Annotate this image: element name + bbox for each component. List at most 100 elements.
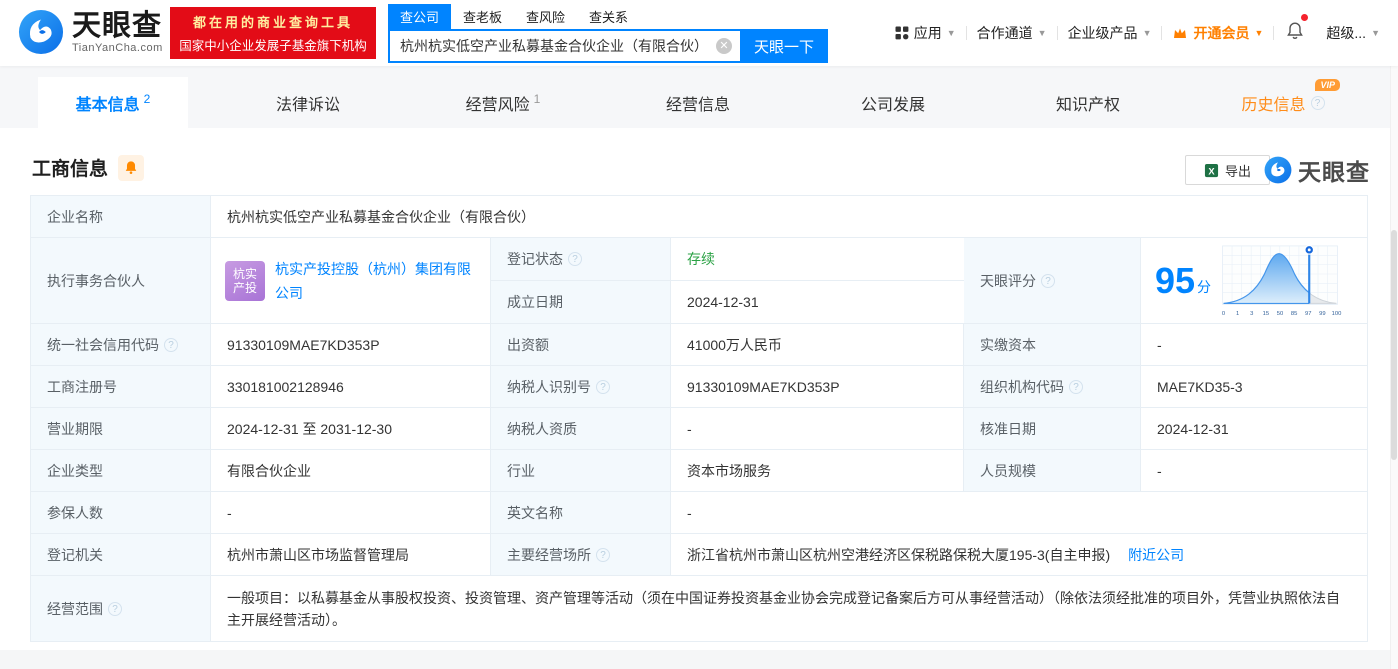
tab-basic-info[interactable]: 基本信息 2 <box>38 77 188 128</box>
vip-badge: VIP <box>1315 79 1340 91</box>
staff-size-label: 人员规模 <box>964 450 1141 491</box>
nav-cooperation-label: 合作通道 <box>976 25 1033 41</box>
scrollbar[interactable] <box>1390 0 1398 669</box>
help-icon[interactable] <box>596 379 610 394</box>
page-bottom-strip <box>0 650 1398 669</box>
main-content: 工商信息 X 导出 天眼查 企业名称 杭州杭实低空产业私募基金合伙企业（有限合伙… <box>0 128 1398 650</box>
table-row: 营业期限 2024-12-31 至 2031-12-30 纳税人资质 - 核准日… <box>31 408 1367 450</box>
tab-ip-label: 知识产权 <box>1055 96 1120 114</box>
capital-label: 出资额 <box>491 324 671 365</box>
taxpayer-quality-label: 纳税人资质 <box>491 408 671 449</box>
search-tab-company[interactable]: 查公司 <box>388 4 452 29</box>
svg-text:97: 97 <box>1305 311 1311 317</box>
english-name-value: - <box>671 492 1367 533</box>
nearby-companies-link[interactable]: 附近公司 <box>1128 545 1184 565</box>
nav-super-vip-label: 超级... <box>1326 25 1367 41</box>
taxpayer-id-value: 91330109MAE7KD353P <box>671 366 964 407</box>
business-address-label: 主要经营场所 <box>491 534 671 575</box>
credit-code-label: 统一社会信用代码 <box>31 324 211 365</box>
tianyancha-logo-icon <box>1264 156 1292 184</box>
nav-super-vip[interactable]: 超级... ▼ <box>1316 23 1390 43</box>
svg-text:3: 3 <box>1250 311 1253 317</box>
partner-company-avatar[interactable]: 杭实 产投 <box>225 260 265 301</box>
nav-open-membership[interactable]: 开通会员 ▼ <box>1162 23 1273 43</box>
tab-company-development[interactable]: 公司发展 <box>818 77 968 128</box>
clear-search-icon[interactable]: ✕ <box>716 38 732 54</box>
tianyancha-logo[interactable]: 天眼查 TianYanCha.com <box>18 9 163 55</box>
business-address-value: 浙江省杭州市萧山区杭州空港经济区保税路保税大厦195-3(自主申报) <box>687 546 1111 563</box>
partner-company-link[interactable]: 杭实产投控股（杭州）集团有限公司 <box>275 257 476 305</box>
chevron-down-icon: ▼ <box>1254 28 1264 38</box>
svg-text:85: 85 <box>1291 311 1297 317</box>
tab-history-label: 历史信息 <box>1241 96 1306 114</box>
approval-date-label: 核准日期 <box>964 408 1141 449</box>
search-tabs: 查公司 查老板 查风险 查关系 <box>388 4 828 29</box>
avatar-text: 杭实 <box>232 266 257 281</box>
company-name-value: 杭州杭实低空产业私募基金合伙企业（有限合伙） <box>211 196 1367 237</box>
watermark-logo: 天眼查 <box>1264 153 1370 187</box>
org-code-label: 组织机构代码 <box>964 366 1141 407</box>
svg-text:X: X <box>1208 166 1215 176</box>
company-name-label: 企业名称 <box>31 196 211 237</box>
monitor-bell-button[interactable] <box>118 154 145 181</box>
approval-date-value: 2024-12-31 <box>1141 408 1367 449</box>
nav-apps[interactable]: 应用 ▼ <box>885 23 966 43</box>
table-row: 执行事务合伙人 杭实 产投 杭实产投控股（杭州）集团有限公司 登记状态 存续 成… <box>31 238 1367 324</box>
chevron-down-icon: ▼ <box>1037 28 1047 38</box>
tab-history-info[interactable]: 历史信息 VIP <box>1208 77 1358 128</box>
insured-count-label: 参保人数 <box>31 492 211 533</box>
export-button[interactable]: X 导出 <box>1185 155 1270 185</box>
org-code-value: MAE7KD35-3 <box>1141 366 1367 407</box>
promo-banner: 都在用的商业查询工具 国家中小企业发展子基金旗下机构 <box>170 7 376 59</box>
registration-authority-value: 杭州市萧山区市场监督管理局 <box>211 534 491 575</box>
tab-legal-label: 法律诉讼 <box>275 96 340 114</box>
tab-legal-proceedings[interactable]: 法律诉讼 <box>233 77 383 128</box>
tab-operating-risk[interactable]: 经营风险 1 <box>428 77 578 128</box>
company-type-value: 有限合伙企业 <box>211 450 491 491</box>
industry-label: 行业 <box>491 450 671 491</box>
nav-enterprise-label: 企业级产品 <box>1067 25 1138 41</box>
brand-domain: TianYanCha.com <box>72 41 163 54</box>
notifications-button[interactable] <box>1274 14 1316 45</box>
english-name-label: 英文名称 <box>491 492 671 533</box>
table-row: 企业名称 杭州杭实低空产业私募基金合伙企业（有限合伙） <box>31 196 1367 238</box>
help-icon[interactable] <box>596 547 610 562</box>
search-tab-relation[interactable]: 查关系 <box>577 4 640 29</box>
score-value: 95 <box>1155 259 1196 301</box>
search-button[interactable]: 天眼一下 <box>740 29 828 63</box>
help-icon[interactable] <box>1069 379 1083 394</box>
score-cell: 95 分 0 1 3 15 50 85 97 99 100 <box>1141 238 1367 323</box>
export-button-label: 导出 <box>1224 163 1251 179</box>
business-scope-cell: 一般项目：以私募基金从事股权投资、投资管理、资产管理等活动（须在中国证券投资基金… <box>211 576 1367 641</box>
watermark-text: 天眼查 <box>1298 159 1370 185</box>
help-icon[interactable] <box>164 337 178 352</box>
svg-text:1: 1 <box>1236 311 1239 317</box>
tab-intellectual-property[interactable]: 知识产权 <box>1013 77 1163 128</box>
help-icon[interactable] <box>108 601 122 616</box>
avatar-text: 产投 <box>232 280 257 295</box>
svg-text:100: 100 <box>1332 311 1342 317</box>
score-unit: 分 <box>1197 278 1212 295</box>
established-date-label: 成立日期 <box>491 281 671 323</box>
promo-line2: 国家中小企业发展子基金旗下机构 <box>179 39 367 53</box>
tab-operating-info[interactable]: 经营信息 <box>623 77 773 128</box>
search-input[interactable] <box>388 29 740 63</box>
capital-value: 41000万人民币 <box>671 324 964 365</box>
paidin-capital-label: 实缴资本 <box>964 324 1141 365</box>
section-title: 工商信息 <box>32 159 109 180</box>
scrollbar-thumb[interactable] <box>1391 230 1397 460</box>
registration-status-value: 存续 <box>671 238 964 280</box>
search-tab-boss[interactable]: 查老板 <box>451 4 514 29</box>
help-icon[interactable] <box>568 252 582 266</box>
help-icon[interactable] <box>1041 273 1055 288</box>
nav-cooperation[interactable]: 合作通道 ▼ <box>967 23 1057 43</box>
score-axis-ticks: 0 1 3 15 50 85 97 99 100 <box>1222 311 1342 317</box>
help-icon[interactable] <box>1310 95 1325 110</box>
business-term-label: 营业期限 <box>31 408 211 449</box>
score-distribution-chart: 0 1 3 15 50 85 97 99 100 <box>1222 244 1342 317</box>
nav-enterprise-products[interactable]: 企业级产品 ▼ <box>1058 23 1162 43</box>
promo-line1: 都在用的商业查询工具 <box>192 15 353 30</box>
business-scope-label: 经营范围 <box>31 576 211 641</box>
search-tab-risk[interactable]: 查风险 <box>514 4 577 29</box>
table-row: 登记机关 杭州市萧山区市场监督管理局 主要经营场所 浙江省杭州市萧山区杭州空港经… <box>31 534 1367 576</box>
